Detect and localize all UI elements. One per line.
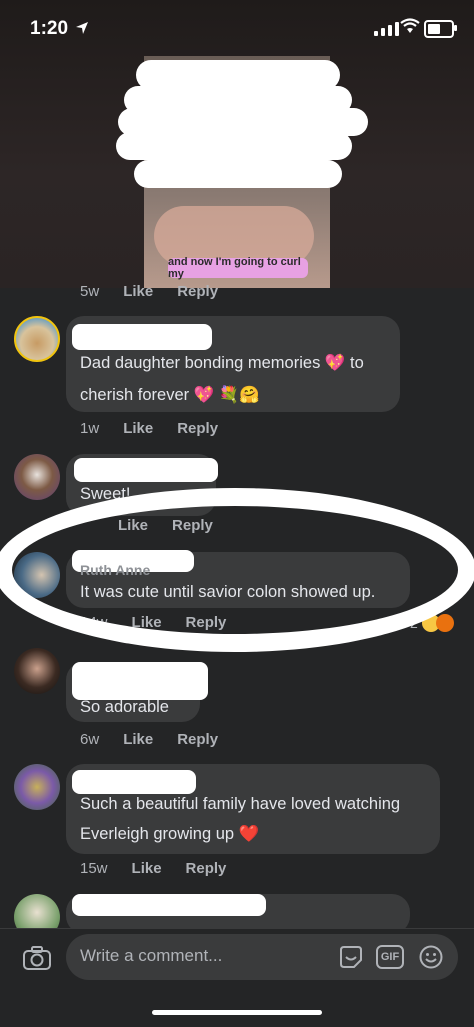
like-button[interactable]: Like [132,614,162,631]
comment-meta: 6w Like Reply [80,731,218,748]
comment-time: 14w [80,614,108,631]
redaction-scribble [116,132,352,160]
comment-meta: 15w Like Reply [80,860,226,877]
sticker-icon[interactable] [338,944,364,970]
avatar[interactable] [14,552,60,598]
emoji-icon[interactable] [418,944,444,970]
like-button[interactable]: Like [123,283,153,300]
comment-input[interactable]: Write a comment... GIF [66,934,458,980]
avatar[interactable] [14,454,60,500]
avatar[interactable] [14,764,60,810]
wifi-icon [400,18,420,33]
redacted-name [72,324,212,350]
gif-button[interactable]: GIF [376,945,404,969]
avatar[interactable] [14,316,60,362]
reply-button[interactable]: Reply [186,860,227,877]
comment-meta-prev: 5w Like Reply [80,283,218,300]
comment-input-placeholder: Write a comment... [80,946,223,965]
comment-text: Sweet! [80,485,131,503]
location-arrow-icon [76,22,88,34]
home-indicator [152,1010,322,1015]
reply-button[interactable]: Reply [177,283,218,300]
like-button[interactable]: Like [123,731,153,748]
comment-meta: Like Reply [118,517,213,534]
gif-label: GIF [380,951,400,963]
signal-icon [374,22,399,36]
reply-button[interactable]: Reply [186,614,227,631]
comment-text: It was cute until savior colon showed up… [80,583,376,601]
battery-icon [424,20,457,38]
comment-text: Everleigh growing up ❤️ [80,825,260,843]
comment-text: Such a beautiful family have loved watch… [80,795,401,813]
reply-button[interactable]: Reply [172,517,213,534]
reactions-summary[interactable]: 2 [410,614,454,632]
angry-reaction-icon [435,614,454,632]
like-button[interactable]: Like [132,860,162,877]
video-caption: and now I'm going to curl my [168,256,308,280]
redacted-name [72,894,266,916]
reply-button[interactable]: Reply [177,731,218,748]
comment-meta: 1w Like Reply [80,420,218,437]
comment-time: 1w [80,420,100,437]
status-bar: 1:20 [0,0,474,58]
like-button[interactable]: Like [123,420,153,437]
status-time: 1:20 [30,18,69,39]
comment-time: 6w [80,731,100,748]
comment-text: Dad daughter bonding memories 💖 to [80,354,364,372]
like-button[interactable]: Like [118,517,148,534]
comment-time: 5w [80,283,100,300]
reply-button[interactable]: Reply [177,420,218,437]
reaction-count: 2 [410,615,418,631]
comment-meta: 14w Like Reply [80,614,226,631]
comment-time: 15w [80,860,108,877]
comment-text: So adorable [80,698,169,716]
camera-icon[interactable] [22,945,52,971]
commenter-name[interactable]: Ruth Anne [80,562,150,578]
avatar[interactable] [14,648,60,694]
comment-text: cherish forever 💖 💐🤗 [80,386,260,404]
redaction-scribble [134,160,342,188]
